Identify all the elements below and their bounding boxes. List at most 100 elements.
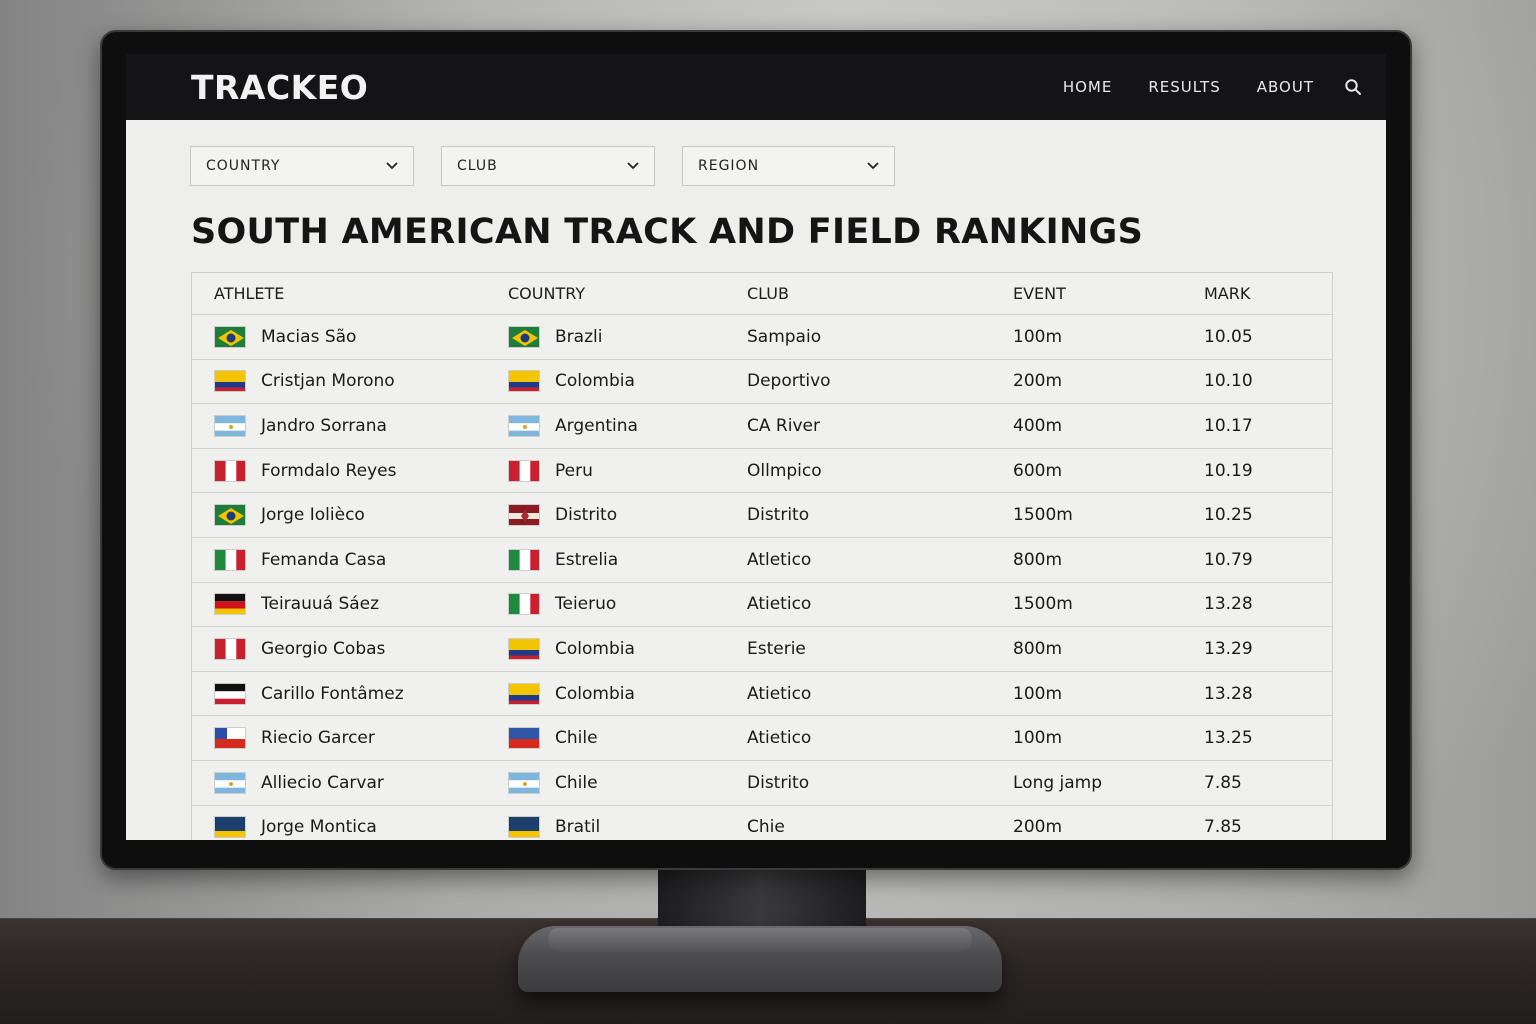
athlete-cell[interactable]: Jandro Sorrana [214,414,387,437]
athlete-cell[interactable]: Femanda Casa [214,548,386,571]
italy-flag-icon [508,548,540,571]
nav-about-link[interactable]: ABOUT [1257,78,1314,96]
mark-value: 13.28 [1204,594,1253,615]
athlete-cell[interactable]: Formdalo Reyes [214,459,396,482]
athlete-cell[interactable]: Cristjan Morono [214,370,395,393]
germany-flag-icon [214,593,246,616]
country-name: Argentina [555,415,638,436]
column-header-athlete[interactable]: ATHLETE [214,284,284,303]
event-name: 400m [1013,415,1063,436]
mark-value: 13.28 [1204,683,1253,704]
country-name: Colombia [555,683,635,704]
event-name: 800m [1013,549,1063,570]
column-header-club[interactable]: CLUB [747,284,789,303]
country-filter-dropdown[interactable]: COUNTRY [190,146,414,186]
column-header-mark[interactable]: MARK [1204,284,1250,303]
athlete-cell[interactable]: Jorge Iolièco [214,504,365,527]
page-title: SOUTH AMERICAN TRACK AND FIELD RANKINGS [191,212,1144,252]
athlete-cell[interactable]: Riecio Garcer [214,727,375,750]
mark-value: 10.17 [1204,415,1253,436]
event-name: 1500m [1013,594,1073,615]
athlete-name[interactable]: Teirauuá Sáez [261,594,379,614]
peru-flag-icon [214,637,246,660]
athlete-name[interactable]: Cristjan Morono [261,371,395,391]
athlete-cell[interactable]: Macias São [214,325,356,348]
table-row[interactable]: Riecio Garcer Chile Atietico 100m 13.25 [192,716,1332,761]
athlete-name[interactable]: Jorge Iolièco [261,505,365,525]
country-name: Brazli [555,326,603,347]
mark-value: 7.85 [1204,772,1242,793]
event-name: 200m [1013,817,1063,838]
country-name: Peru [555,460,593,481]
country-name: Colombia [555,638,635,659]
mark-value: 7.85 [1204,817,1242,838]
club-name: Deportivo [747,371,831,392]
country-cell: Colombia [508,370,635,393]
country-cell: Chile [508,771,598,794]
blue-yellow-flag-icon [214,816,246,839]
athlete-name[interactable]: Formdalo Reyes [261,461,396,481]
athlete-cell[interactable]: Teirauuá Sáez [214,593,379,616]
italy-flag-icon [508,593,540,616]
table-row[interactable]: Jorge Montica Bratil Chie 200m 7.85 [192,806,1332,840]
athlete-name[interactable]: Macias São [261,327,356,347]
mark-value: 10.19 [1204,460,1253,481]
athlete-name[interactable]: Jorge Montica [261,817,377,837]
athlete-cell[interactable]: Alliecio Carvar [214,771,384,794]
athlete-cell[interactable]: Carillo Fontâmez [214,682,404,705]
colombia-flag-icon [214,370,246,393]
peru-flag-icon [508,459,540,482]
column-header-country[interactable]: COUNTRY [508,284,585,303]
search-icon[interactable] [1344,78,1362,96]
table-row[interactable]: Jorge Iolièco Distrito Distrito 1500m 10.25 [192,493,1332,538]
table-row[interactable]: Formdalo Reyes Peru Ollmpico 600m 10.19 [192,449,1332,494]
country-cell: Bratil [508,816,601,839]
argentina-flag-icon [214,414,246,437]
athlete-name[interactable]: Carillo Fontâmez [261,684,404,704]
country-cell: Brazli [508,325,603,348]
athlete-name[interactable]: Jandro Sorrana [261,416,387,436]
nav-home-link[interactable]: HOME [1063,78,1113,96]
athlete-name[interactable]: Femanda Casa [261,550,386,570]
colombia-flag-icon [508,682,540,705]
table-row[interactable]: Cristjan Morono Colombia Deportivo 200m 10.1… [192,360,1332,405]
club-name: Atletico [747,549,812,570]
mark-value: 13.25 [1204,728,1253,749]
rankings-table: ATHLETE COUNTRY CLUB EVENT MARK Macias S… [191,272,1333,840]
athlete-cell[interactable]: Jorge Montica [214,816,377,839]
club-name: Atietico [747,594,812,615]
country-cell: Distrito [508,504,617,527]
column-header-event[interactable]: EVENT [1013,284,1066,303]
country-name: Bratil [555,817,601,838]
site-logo[interactable]: TRACKEO [191,68,368,107]
athlete-name[interactable]: Riecio Garcer [261,728,375,748]
mark-value: 10.79 [1204,549,1253,570]
country-cell: Peru [508,459,593,482]
athlete-cell[interactable]: Georgio Cobas [214,637,385,660]
brazil-flag-icon [508,325,540,348]
main-nav: HOME RESULTS ABOUT [1027,78,1362,96]
blue-red-flag-icon [508,727,540,750]
table-row[interactable]: Teirauuá Sáez Teieruo Atietico 1500m 13.28 [192,583,1332,628]
athlete-name[interactable]: Georgio Cobas [261,639,385,659]
table-row[interactable]: Georgio Cobas Colombia Esterie 800m 13.29 [192,627,1332,672]
table-row[interactable]: Femanda Casa Estrelia Atletico 800m 10.79 [192,538,1332,583]
club-filter-dropdown[interactable]: CLUB [441,146,655,186]
argentina-flag-icon [508,771,540,794]
event-name: Long jamp [1013,772,1103,793]
table-row[interactable]: Macias São Brazli Sampaio 100m 10.05 [192,315,1332,360]
mark-value: 10.25 [1204,505,1253,526]
club-name: CA River [747,415,820,436]
nav-results-link[interactable]: RESULTS [1148,78,1220,96]
club-name: Distrito [747,772,810,793]
country-cell: Chile [508,727,598,750]
table-row[interactable]: Alliecio Carvar Chile Distrito Long jamp 7.8… [192,761,1332,806]
region-filter-label: REGION [698,158,760,174]
table-row[interactable]: Carillo Fontâmez Colombia Atietico 100m 13.2… [192,672,1332,717]
country-cell: Estrelia [508,548,618,571]
athlete-name[interactable]: Alliecio Carvar [261,773,384,793]
table-row[interactable]: Jandro Sorrana Argentina CA River 400m 10.17 [192,404,1332,449]
peru-flag-icon [214,459,246,482]
club-name: Atietico [747,728,812,749]
region-filter-dropdown[interactable]: REGION [682,146,895,186]
